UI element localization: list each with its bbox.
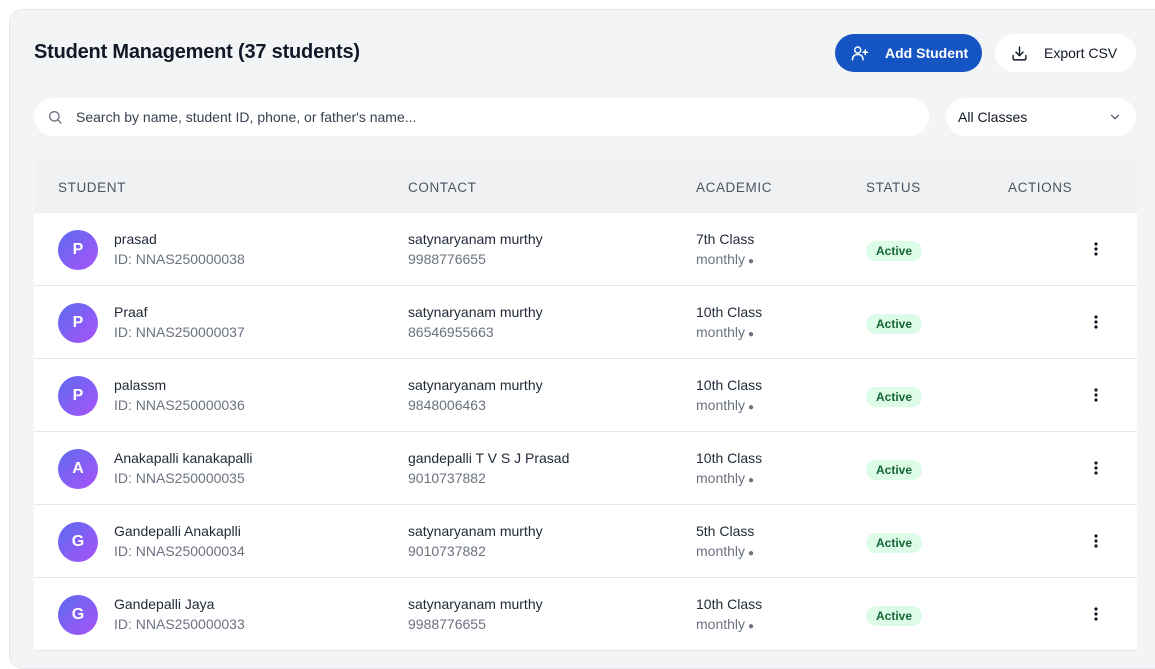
academic-plan-wrap: monthly ● xyxy=(696,251,754,267)
table-row[interactable]: P palassm ID: NNAS250000036 satynaryanam… xyxy=(34,359,1137,432)
separator-dot: ● xyxy=(748,402,755,413)
more-vertical-icon xyxy=(1094,388,1098,402)
status-badge: Active xyxy=(866,460,923,480)
status-badge: Active xyxy=(866,606,923,626)
contact-name: satynaryanam murthy xyxy=(408,523,543,539)
more-vertical-icon xyxy=(1094,534,1098,548)
more-vertical-icon xyxy=(1094,242,1098,256)
header-actions: ACTIONS xyxy=(1008,180,1073,195)
separator-dot: ● xyxy=(748,475,755,486)
contact-phone: 9988776655 xyxy=(408,251,486,267)
more-vertical-icon xyxy=(1094,315,1098,329)
avatar: P xyxy=(58,303,98,343)
contact-phone: 9010737882 xyxy=(408,543,486,559)
student-id: ID: NNAS250000034 xyxy=(114,543,245,559)
student-name: palassm xyxy=(114,377,167,393)
academic-class: 10th Class xyxy=(696,450,763,466)
academic-class: 10th Class xyxy=(696,304,763,320)
avatar: G xyxy=(58,522,98,562)
avatar: G xyxy=(58,595,98,635)
academic-plan: monthly xyxy=(696,397,746,413)
contact-phone: 9848006463 xyxy=(408,397,486,413)
row-actions-button[interactable] xyxy=(1086,604,1106,624)
more-vertical-icon xyxy=(1094,607,1098,621)
student-name: Anakapalli kanakapalli xyxy=(114,450,253,466)
student-id: ID: NNAS250000038 xyxy=(114,251,245,267)
student-name: Gandepalli Anakaplli xyxy=(114,523,241,539)
separator-dot: ● xyxy=(748,256,755,267)
export-csv-label: Export CSV xyxy=(1044,45,1118,61)
academic-plan-wrap: monthly ● xyxy=(696,324,754,340)
chevron-down-icon xyxy=(1110,114,1120,120)
academic-class: 7th Class xyxy=(696,231,755,247)
student-name: Gandepalli Jaya xyxy=(114,596,215,612)
class-filter-value: All Classes xyxy=(958,109,1028,125)
academic-class: 10th Class xyxy=(696,377,763,393)
table-header: STUDENT CONTACT ACADEMIC STATUS ACTIONS xyxy=(34,161,1137,213)
row-actions-button[interactable] xyxy=(1086,458,1106,478)
table-row[interactable]: P Praaf ID: NNAS250000037 satynaryanam m… xyxy=(34,286,1137,359)
academic-class: 10th Class xyxy=(696,596,763,612)
add-student-label: Add Student xyxy=(885,45,969,61)
academic-plan: monthly xyxy=(696,324,746,340)
table-row[interactable]: A Anakapalli kanakapalli ID: NNAS2500000… xyxy=(34,432,1137,505)
download-icon xyxy=(1012,45,1027,61)
table-row[interactable]: G Gandepalli Anakaplli ID: NNAS250000034… xyxy=(34,505,1137,578)
academic-plan: monthly xyxy=(696,470,746,486)
academic-plan: monthly xyxy=(696,616,746,632)
separator-dot: ● xyxy=(748,548,755,559)
search-bar xyxy=(34,98,929,136)
more-vertical-icon xyxy=(1094,461,1098,475)
search-icon xyxy=(49,111,62,124)
table-row[interactable]: P prasad ID: NNAS250000038 satynaryanam … xyxy=(34,213,1137,286)
row-actions-button[interactable] xyxy=(1086,312,1106,332)
student-name: Praaf xyxy=(114,304,148,320)
search-input[interactable] xyxy=(76,109,896,125)
status-badge: Active xyxy=(866,387,923,407)
contact-name: satynaryanam murthy xyxy=(408,596,543,612)
student-id: ID: NNAS250000037 xyxy=(114,324,245,340)
academic-plan-wrap: monthly ● xyxy=(696,470,754,486)
page-title: Student Management (37 students) xyxy=(34,41,360,63)
academic-plan: monthly xyxy=(696,251,746,267)
contact-name: satynaryanam murthy xyxy=(408,377,543,393)
students-table: STUDENT CONTACT ACADEMIC STATUS ACTIONS … xyxy=(34,161,1137,651)
student-id: ID: NNAS250000036 xyxy=(114,397,245,413)
student-id: ID: NNAS250000033 xyxy=(114,616,245,632)
status-badge: Active xyxy=(866,533,923,553)
row-actions-button[interactable] xyxy=(1086,531,1106,551)
academic-plan: monthly xyxy=(696,543,746,559)
academic-plan-wrap: monthly ● xyxy=(696,616,754,632)
header-contact: CONTACT xyxy=(408,180,477,195)
contact-name: satynaryanam murthy xyxy=(408,231,543,247)
academic-class: 5th Class xyxy=(696,523,755,539)
contact-name: satynaryanam murthy xyxy=(408,304,543,320)
status-badge: Active xyxy=(866,241,923,261)
table-row[interactable]: G Gandepalli Jaya ID: NNAS250000033 saty… xyxy=(34,578,1137,651)
add-student-button[interactable]: Add Student xyxy=(835,34,982,72)
status-badge: Active xyxy=(866,314,923,334)
separator-dot: ● xyxy=(748,621,755,632)
header-status: STATUS xyxy=(866,180,921,195)
header-student: STUDENT xyxy=(58,180,126,195)
academic-plan-wrap: monthly ● xyxy=(696,543,754,559)
academic-plan-wrap: monthly ● xyxy=(696,397,754,413)
contact-phone: 86546955663 xyxy=(408,324,494,340)
avatar: P xyxy=(58,376,98,416)
separator-dot: ● xyxy=(748,329,755,340)
avatar: P xyxy=(58,230,98,270)
class-filter-select[interactable]: All Classes xyxy=(946,98,1136,136)
contact-phone: 9988776655 xyxy=(408,616,486,632)
row-actions-button[interactable] xyxy=(1086,385,1106,405)
student-id: ID: NNAS250000035 xyxy=(114,470,245,486)
header-academic: ACADEMIC xyxy=(696,180,773,195)
contact-name: gandepalli T V S J Prasad xyxy=(408,450,570,466)
student-name: prasad xyxy=(114,231,157,247)
export-csv-button[interactable]: Export CSV xyxy=(995,34,1136,72)
row-actions-button[interactable] xyxy=(1086,239,1106,259)
avatar: A xyxy=(58,449,98,489)
user-plus-icon xyxy=(851,46,869,61)
contact-phone: 9010737882 xyxy=(408,470,486,486)
